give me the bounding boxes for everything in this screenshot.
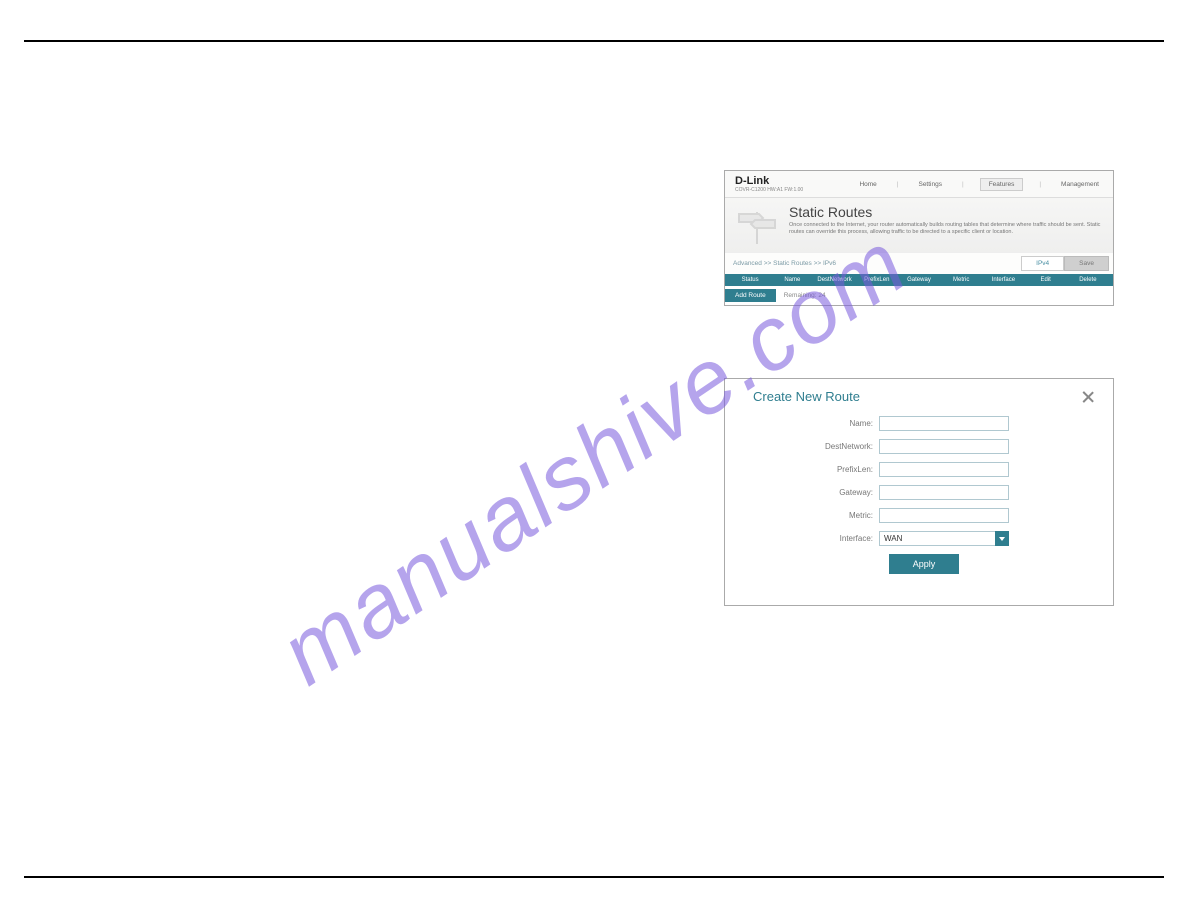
remaining-label: Remaining: 24 — [784, 292, 826, 299]
title-block: Static Routes Once connected to the Inte… — [789, 204, 1103, 244]
form-row-name: Name: — [753, 416, 1095, 431]
col-prefixlen: PrefixLen — [856, 277, 898, 283]
table-header: Status Name DestNetwork PrefixLen Gatewa… — [725, 274, 1113, 286]
page-title: Static Routes — [789, 204, 1103, 220]
dialog-title: Create New Route — [753, 389, 860, 404]
form-row-prefixlen: PrefixLen: — [753, 462, 1095, 477]
form-row-gateway: Gateway: — [753, 485, 1095, 500]
divider-top — [24, 40, 1164, 42]
nav-management[interactable]: Management — [1057, 179, 1103, 190]
router-ui-screenshot: D-Link COVR-C1200 HW:A1 FW:1.00 Home | S… — [724, 170, 1114, 306]
brand-block: D-Link COVR-C1200 HW:A1 FW:1.00 — [735, 175, 803, 193]
col-interface: Interface — [982, 277, 1024, 283]
signpost-icon — [733, 204, 781, 244]
apply-button[interactable]: Apply — [889, 554, 960, 574]
nav-separator: | — [958, 179, 968, 190]
interface-select[interactable]: WAN — [879, 531, 1009, 546]
nav-separator: | — [893, 179, 903, 190]
label-interface: Interface: — [753, 534, 873, 543]
create-route-dialog: Create New Route Name: DestNetwork: Pref… — [724, 378, 1114, 606]
brand-subtitle: COVR-C1200 HW:A1 FW:1.00 — [735, 187, 803, 193]
dialog-header: Create New Route — [753, 389, 1095, 404]
destnetwork-field[interactable] — [879, 439, 1009, 454]
col-metric: Metric — [940, 277, 982, 283]
interface-value: WAN — [879, 531, 995, 546]
nav-features[interactable]: Features — [980, 178, 1024, 191]
nav-separator: | — [1035, 179, 1045, 190]
apply-row: Apply — [753, 554, 1095, 574]
col-status: Status — [729, 277, 771, 283]
label-metric: Metric: — [753, 511, 873, 520]
add-route-button[interactable]: Add Route — [725, 289, 776, 302]
nav-settings[interactable]: Settings — [914, 179, 946, 190]
col-delete: Delete — [1067, 277, 1109, 283]
label-destnetwork: DestNetwork: — [753, 442, 873, 451]
col-name: Name — [771, 277, 813, 283]
close-icon[interactable] — [1081, 390, 1095, 404]
chevron-down-icon — [995, 531, 1009, 546]
add-route-row: Add Route Remaining: 24 — [725, 286, 1113, 305]
breadcrumb: Advanced >> Static Routes >> IPv6 — [733, 260, 836, 267]
page-description: Once connected to the Internet, your rou… — [789, 222, 1103, 236]
col-gateway: Gateway — [898, 277, 940, 283]
title-row: Static Routes Once connected to the Inte… — [725, 198, 1113, 252]
col-edit: Edit — [1025, 277, 1067, 283]
metric-field[interactable] — [879, 508, 1009, 523]
action-buttons: IPv4 Save — [1021, 256, 1109, 271]
top-nav: Home | Settings | Features | Management — [855, 178, 1103, 191]
col-destnetwork: DestNetwork — [813, 277, 855, 283]
gateway-field[interactable] — [879, 485, 1009, 500]
label-prefixlen: PrefixLen: — [753, 465, 873, 474]
ipv4-button[interactable]: IPv4 — [1021, 256, 1064, 271]
nav-home[interactable]: Home — [855, 179, 880, 190]
prefixlen-field[interactable] — [879, 462, 1009, 477]
label-gateway: Gateway: — [753, 488, 873, 497]
name-field[interactable] — [879, 416, 1009, 431]
breadcrumb-row: Advanced >> Static Routes >> IPv6 IPv4 S… — [725, 252, 1113, 274]
divider-bottom — [24, 876, 1164, 878]
form-row-interface: Interface: WAN — [753, 531, 1095, 546]
save-button[interactable]: Save — [1064, 256, 1109, 271]
label-name: Name: — [753, 419, 873, 428]
form-row-metric: Metric: — [753, 508, 1095, 523]
ui-header: D-Link COVR-C1200 HW:A1 FW:1.00 Home | S… — [725, 171, 1113, 198]
brand-logo: D-Link — [735, 175, 803, 187]
form-row-destnetwork: DestNetwork: — [753, 439, 1095, 454]
